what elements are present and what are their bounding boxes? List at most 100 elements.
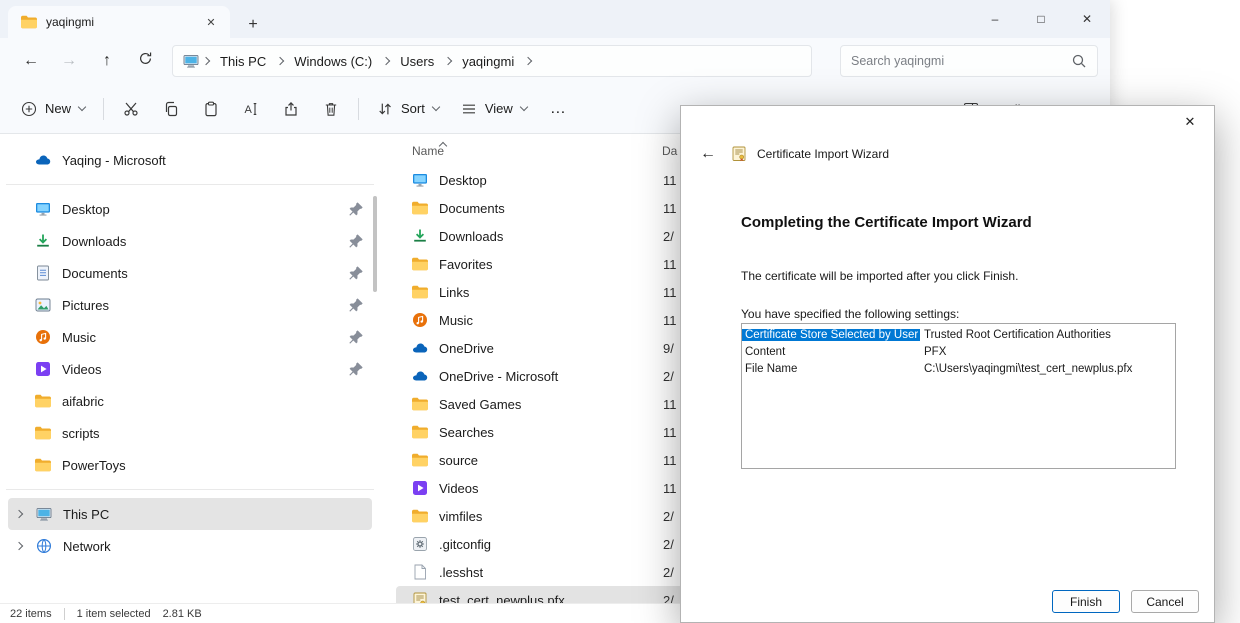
cloud-icon (35, 152, 51, 168)
more-options-button[interactable]: … (538, 92, 578, 126)
paste-button[interactable] (191, 92, 231, 126)
close-button[interactable]: ✕ (1064, 0, 1110, 38)
wizard-heading: Completing the Certificate Import Wizard (741, 214, 1032, 231)
close-icon: ✕ (206, 17, 215, 29)
cancel-button[interactable]: Cancel (1131, 590, 1199, 613)
finish-button[interactable]: Finish (1052, 590, 1120, 613)
cut-button[interactable] (111, 92, 151, 126)
file-date-modified: 11 (663, 425, 677, 440)
trash-icon (323, 101, 339, 117)
minimize-icon: – (992, 12, 999, 26)
file-date-modified: 2/ (663, 537, 674, 552)
dialog-buttons: Finish Cancel (1052, 590, 1199, 613)
file-name: source (439, 453, 663, 468)
tab-close-button[interactable]: ✕ (200, 11, 222, 33)
folder-icon (412, 508, 428, 524)
file-icon (412, 564, 428, 580)
new-button-label: New (45, 101, 71, 116)
sidebar-item-this-pc[interactable]: This PC (8, 498, 372, 530)
download-icon (35, 233, 51, 249)
share-button[interactable] (271, 92, 311, 126)
dialog-back-button[interactable]: ← (695, 142, 721, 166)
network-icon (36, 538, 52, 554)
settings-row: File NameC:\Users\yaqingmi\test_cert_new… (742, 360, 1175, 377)
copy-button[interactable] (151, 92, 191, 126)
settings-key[interactable]: Certificate Store Selected by User (742, 329, 920, 341)
breadcrumb-item-windows-c[interactable]: Windows (C:) (287, 51, 379, 72)
sidebar-item-downloads[interactable]: Downloads (8, 225, 372, 257)
up-button[interactable]: ↑ (88, 45, 126, 77)
cloud-icon (412, 368, 428, 384)
minimize-button[interactable]: – (972, 0, 1018, 38)
file-date-modified: 11 (663, 397, 677, 412)
address-bar: ← → ↑ This PC Windows (C:) Users yaqingmi (0, 38, 1110, 84)
folder-icon (412, 452, 428, 468)
settings-key[interactable]: Content (742, 346, 920, 358)
new-tab-button[interactable]: + (238, 12, 268, 38)
sidebar-item-yaqing-microsoft[interactable]: Yaqing - Microsoft (8, 144, 372, 176)
column-header-name[interactable]: Name (412, 144, 662, 158)
sidebar-item-label: scripts (62, 426, 100, 441)
copy-icon (163, 101, 179, 117)
file-date-modified: 2/ (663, 509, 674, 524)
refresh-button[interactable] (126, 45, 164, 77)
forward-button[interactable]: → (50, 45, 88, 77)
sidebar-item-documents[interactable]: Documents (8, 257, 372, 289)
sidebar-item-label: Documents (62, 266, 128, 281)
view-list-icon (461, 101, 477, 117)
desktop-icon (35, 201, 51, 217)
maximize-button[interactable]: □ (1018, 0, 1064, 38)
settings-value: PFX (920, 346, 950, 358)
sidebar-item-aifabric[interactable]: aifabric (8, 385, 372, 417)
certificate-import-wizard-dialog: ✕ ← Certificate Import Wizard Completing… (680, 105, 1215, 623)
sidebar-item-music[interactable]: Music (8, 321, 372, 353)
tab-yaqingmi[interactable]: yaqingmi ✕ (8, 6, 230, 38)
file-name: Documents (439, 201, 663, 216)
file-date-modified: 11 (663, 481, 677, 496)
back-button[interactable]: ← (12, 45, 50, 77)
videos-icon (412, 480, 428, 496)
sort-button[interactable]: Sort (366, 92, 450, 126)
delete-button[interactable] (311, 92, 351, 126)
sidebar-scrollbar[interactable] (373, 196, 377, 292)
sidebar-item-desktop[interactable]: Desktop (8, 193, 372, 225)
tab-title: yaqingmi (46, 15, 191, 29)
chevron-right-icon[interactable] (15, 510, 23, 518)
rename-button[interactable]: A (231, 92, 271, 126)
breadcrumb-item-this-pc[interactable]: This PC (213, 51, 273, 72)
sidebar-item-label: Pictures (62, 298, 109, 313)
breadcrumb-item-yaqingmi[interactable]: yaqingmi (455, 51, 521, 72)
music-icon (412, 312, 428, 328)
folder-icon (35, 425, 51, 441)
divider (358, 98, 359, 120)
search-input[interactable] (851, 54, 1065, 68)
file-name: OneDrive - Microsoft (439, 369, 663, 384)
file-name: Music (439, 313, 663, 328)
chevron-right-icon[interactable] (15, 542, 23, 550)
sidebar-item-network[interactable]: Network (8, 530, 372, 562)
sidebar-item-label: Network (63, 539, 111, 554)
column-header-date[interactable]: Da (662, 144, 677, 158)
desktop-icon (412, 172, 428, 188)
file-name: OneDrive (439, 341, 663, 356)
file-name: .lesshst (439, 565, 663, 580)
settings-key[interactable]: File Name (742, 363, 920, 375)
gear-file-icon (412, 536, 428, 552)
search-icon (1071, 53, 1087, 69)
selection-size: 2.81 KB (163, 608, 202, 620)
breadcrumb-item-users[interactable]: Users (393, 51, 441, 72)
dialog-close-button[interactable]: ✕ (1167, 107, 1213, 137)
more-icon: … (550, 100, 566, 118)
cloud-icon (412, 340, 428, 356)
sidebar-item-pictures[interactable]: Pictures (8, 289, 372, 321)
sort-button-label: Sort (401, 101, 425, 116)
settings-table[interactable]: Certificate Store Selected by UserTruste… (741, 323, 1176, 469)
sidebar-item-powertoys[interactable]: PowerToys (8, 449, 372, 481)
file-date-modified: 11 (663, 257, 677, 272)
chevron-down-icon (432, 103, 440, 111)
sidebar-item-videos[interactable]: Videos (8, 353, 372, 385)
new-button[interactable]: New (10, 92, 96, 126)
view-button[interactable]: View (450, 92, 538, 126)
sidebar-item-scripts[interactable]: scripts (8, 417, 372, 449)
view-button-label: View (485, 101, 513, 116)
